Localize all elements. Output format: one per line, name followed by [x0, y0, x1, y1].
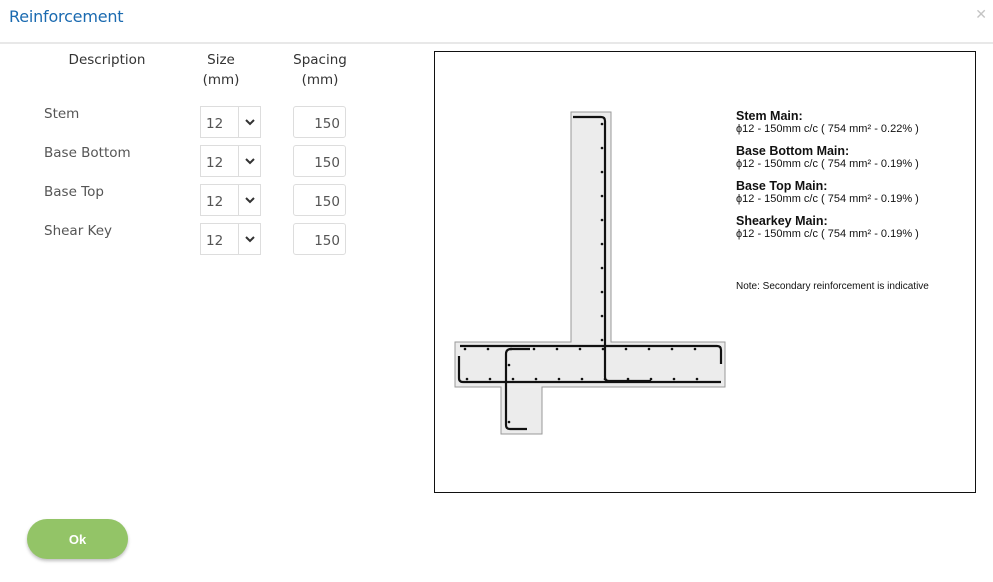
secondary-reinforcement-note: Note: Secondary reinforcement is indicat… — [736, 281, 929, 292]
distribution-bar-dot — [600, 290, 604, 294]
distribution-bar-dot — [600, 218, 604, 222]
row-label-stem: Stem — [44, 106, 80, 122]
header-description: Description — [68, 52, 146, 68]
distribution-bar-dot — [532, 347, 536, 351]
ok-button[interactable]: Ok — [27, 519, 128, 559]
dialog-title: Reinforcement — [9, 7, 124, 26]
distribution-bar-dot — [600, 170, 604, 174]
size-select-stem[interactable]: 12 — [200, 106, 261, 138]
distribution-bar-dot — [486, 347, 490, 351]
chevron-down-icon[interactable] — [239, 146, 260, 176]
note-detail: ϕ12 - 150mm c/c ( 754 mm² - 0.19% ) — [736, 193, 919, 205]
note-title: Stem Main: — [736, 109, 803, 123]
distribution-bar-dot — [670, 347, 674, 351]
size-select-base-top[interactable]: 12 — [200, 184, 261, 216]
close-icon[interactable]: ✕ — [975, 7, 987, 23]
reinforcement-notes: Stem Main: ϕ12 - 150mm c/c ( 754 mm² - 0… — [736, 109, 919, 249]
distribution-bar-dot — [603, 377, 607, 381]
distribution-bar-dot — [509, 347, 513, 351]
header-spacing-line1: Spacing — [293, 52, 347, 68]
header-spacing: Spacing (mm) — [290, 50, 350, 90]
spacing-input-base-bottom[interactable]: 150 — [293, 145, 346, 177]
distribution-bar-dot — [693, 347, 697, 351]
distribution-bar-dot — [534, 377, 538, 381]
distribution-bar-dot — [555, 347, 559, 351]
header-spacing-line2: (mm) — [301, 72, 339, 88]
distribution-bar-dot — [600, 194, 604, 198]
chevron-down-icon[interactable] — [239, 185, 260, 215]
distribution-bar-dot — [600, 146, 604, 150]
distribution-bar-dot — [580, 377, 584, 381]
spacing-input-base-top[interactable]: 150 — [293, 184, 346, 216]
distribution-bar-dot — [488, 377, 492, 381]
distribution-bar-dot — [600, 122, 604, 126]
distribution-bar-dot — [600, 338, 604, 342]
distribution-bar-dot — [626, 377, 630, 381]
note-detail: ϕ12 - 150mm c/c ( 754 mm² - 0.19% ) — [736, 228, 919, 240]
distribution-bar-dot — [507, 420, 511, 424]
note-detail: ϕ12 - 150mm c/c ( 754 mm² - 0.22% ) — [736, 123, 919, 135]
header-size: Size (mm) — [196, 50, 246, 90]
distribution-bar-dot — [507, 363, 511, 367]
header-size-line2: (mm) — [202, 72, 240, 88]
distribution-bar-dot — [578, 347, 582, 351]
row-label-base-top: Base Top — [44, 184, 104, 200]
distribution-bar-dot — [463, 347, 467, 351]
note-base-top: Base Top Main: ϕ12 - 150mm c/c ( 754 mm²… — [736, 179, 919, 206]
note-title: Base Top Main: — [736, 179, 828, 193]
size-select-value: 12 — [201, 107, 239, 137]
chevron-down-icon[interactable] — [239, 224, 260, 254]
note-title: Shearkey Main: — [736, 214, 828, 228]
note-title: Base Bottom Main: — [736, 144, 850, 158]
row-label-base-bottom: Base Bottom — [44, 145, 131, 161]
distribution-bar-dot — [672, 377, 676, 381]
distribution-bar-dot — [600, 314, 604, 318]
size-select-shear-key[interactable]: 12 — [200, 223, 261, 255]
distribution-bar-dot — [647, 347, 651, 351]
size-select-base-bottom[interactable]: 12 — [200, 145, 261, 177]
reinforcement-dialog: Reinforcement ✕ Description Size (mm) Sp… — [0, 0, 993, 582]
distribution-bar-dot — [624, 347, 628, 351]
spacing-input-stem[interactable]: 150 — [293, 106, 346, 138]
note-detail: ϕ12 - 150mm c/c ( 754 mm² - 0.19% ) — [736, 158, 919, 170]
note-stem: Stem Main: ϕ12 - 150mm c/c ( 754 mm² - 0… — [736, 109, 919, 136]
spacing-input-shear-key[interactable]: 150 — [293, 223, 346, 255]
distribution-bar-dot — [600, 242, 604, 246]
size-select-value: 12 — [201, 224, 239, 254]
size-select-value: 12 — [201, 146, 239, 176]
chevron-down-icon[interactable] — [239, 107, 260, 137]
note-base-bottom: Base Bottom Main: ϕ12 - 150mm c/c ( 754 … — [736, 144, 919, 171]
distribution-bar-dot — [695, 377, 699, 381]
distribution-bar-dot — [511, 377, 515, 381]
header-size-line1: Size — [207, 52, 235, 68]
row-label-shear-key: Shear Key — [44, 223, 113, 239]
reinforcement-drawing-panel: Stem Main: ϕ12 - 150mm c/c ( 754 mm² - 0… — [434, 51, 976, 493]
concrete-section — [454, 111, 726, 435]
distribution-bar-dot — [465, 377, 469, 381]
distribution-bar-dot — [649, 377, 653, 381]
distribution-bar-dot — [600, 266, 604, 270]
dialog-header: Reinforcement ✕ — [0, 0, 993, 44]
note-shearkey: Shearkey Main: ϕ12 - 150mm c/c ( 754 mm²… — [736, 214, 919, 241]
size-select-value: 12 — [201, 185, 239, 215]
distribution-bar-dot — [601, 347, 605, 351]
distribution-bar-dot — [557, 377, 561, 381]
